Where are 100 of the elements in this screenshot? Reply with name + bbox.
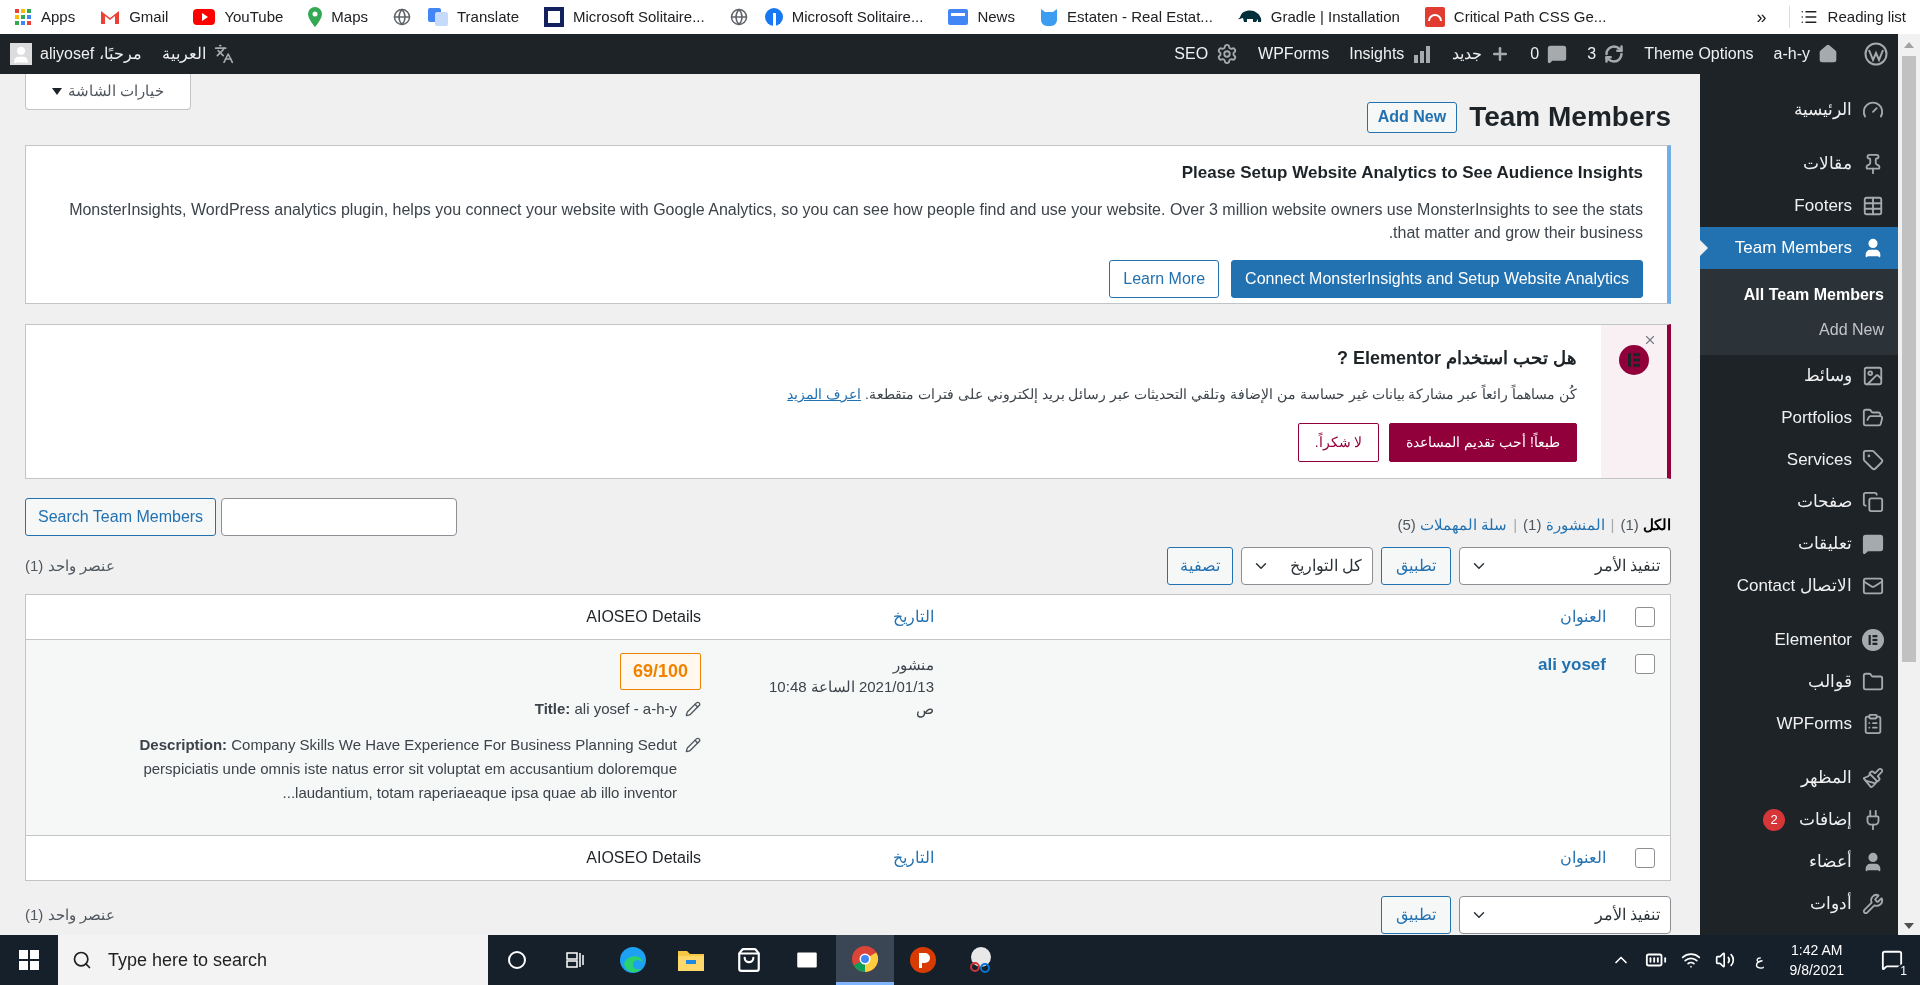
menu-item[interactable]: الرئيسية [1700,89,1898,131]
cards-icon [544,7,564,27]
wifi-icon[interactable] [1680,950,1701,970]
pencil-icon[interactable] [685,736,701,753]
toolbar-item[interactable]: 0 [1530,42,1568,66]
task-view-icon[interactable] [565,950,585,970]
submenu-item[interactable]: All Team Members [1700,277,1898,312]
learn-more-button[interactable]: Learn More [1109,259,1220,298]
search-icon [72,950,92,970]
date-filter-select[interactable]: كل التواريخ [1241,547,1373,585]
search-button[interactable]: Search Team Members [25,498,217,536]
filter-button[interactable]: تصفية [1167,547,1233,585]
globe-icon[interactable] [729,8,748,26]
item-count: عنصر واحد (1) [25,904,115,926]
menu-item[interactable]: وسائط [1700,355,1898,397]
post-title-link[interactable]: ali yosef [1537,655,1606,674]
chrome-browser-icon[interactable] [851,944,879,973]
menu-item[interactable]: Portfolios [1700,397,1898,439]
user-greeting[interactable]: مرحبًا، aliyosef [10,42,142,66]
taskbar-clock[interactable]: 1:42 AM 9/8/2021 [1783,940,1850,980]
menu-item[interactable]: WPForms [1700,703,1898,745]
menu-item[interactable]: Elementor [1700,619,1898,661]
apps-grid-icon [14,8,32,26]
pencil-icon[interactable] [685,701,701,718]
screen-options-tab[interactable]: خيارات الشاشة [25,74,191,110]
bookmark[interactable]: YouTube [193,5,284,29]
menu-item[interactable]: أعضاء [1700,841,1898,883]
connect-button[interactable]: Connect MonsterInsights and Setup Website Analytics [1231,259,1643,298]
menu-item[interactable]: أدوات [1700,883,1898,925]
bookmark[interactable]: Apps [14,5,76,29]
facebook-icon [764,8,783,26]
menu-item[interactable]: قوالب [1700,661,1898,703]
bookmark[interactable]: News [948,5,1015,29]
close-icon[interactable] [1643,333,1657,347]
pages-icon [1862,491,1884,513]
menu-item[interactable]: تعليقات [1700,523,1898,565]
notice-text: كُن مساهماً رائعاً عبر مشاركة بيانات غير حساسة من الإضافة وتلقي التحديثات عبر رسائل بريد إلكتروني على فترات متقطعة. [865,384,1577,405]
row-checkbox[interactable] [1635,654,1655,674]
submenu-item[interactable]: Add New [1700,312,1898,347]
more-bookmarks[interactable]: » [1756,3,1767,31]
toolbar-item[interactable]: Insights [1349,42,1433,66]
column-sort-link[interactable]: العنوان [1560,608,1606,625]
cortana-circle-icon[interactable] [507,950,527,970]
translate-icon [213,44,234,64]
images-icon [1862,365,1884,387]
decline-button[interactable]: لا شكراً. [1297,423,1380,462]
windows-start-icon[interactable] [19,950,39,970]
translate-icon [428,8,448,26]
edge-browser-icon[interactable] [619,946,647,974]
bookmark[interactable]: Maps [308,5,368,29]
menu-item[interactable]: Footers [1700,185,1898,227]
menu-item[interactable]: صفحات [1700,481,1898,523]
menu-item[interactable]: الاتصال Contact [1700,565,1898,607]
bulk-action-select[interactable]: تنفيذ الأمر [1459,547,1671,585]
toolbar-item[interactable]: a-h-y [1773,42,1838,66]
bookmark[interactable]: Estaten - Real Estat... [1039,5,1213,29]
bulk-action-select[interactable]: تنفيذ الأمر [1459,896,1671,934]
select-all-checkbox[interactable] [1635,607,1655,627]
caret-down-icon [51,87,62,96]
menu-item[interactable]: Team Members [1700,227,1898,269]
menu-item[interactable]: المظهر [1700,757,1898,799]
toolbar-item[interactable]: WPForms [1258,42,1330,66]
taskbar-search-field[interactable]: Type here to search [58,935,488,985]
apply-button[interactable]: تطبيق [1381,896,1451,934]
toolbar-item[interactable]: جديد [1452,42,1511,66]
search-field[interactable] [221,498,458,536]
column-sort-link[interactable]: التاريخ [893,608,934,625]
pointer-arrow [1700,240,1708,256]
play-icon [193,9,216,25]
column-sort-link[interactable]: التاريخ [893,849,934,866]
select-all-checkbox[interactable] [1635,848,1655,868]
comment-icon [1547,44,1568,64]
learn-more-link[interactable]: اعرف المزيد [787,384,862,405]
notification-icon[interactable] [1881,949,1903,971]
scroll-down-arrow[interactable] [1904,923,1914,929]
app-circle-icon[interactable] [909,946,937,974]
language-switcher[interactable]: العربية [161,42,234,66]
add-new-button[interactable]: Add New [1366,101,1458,133]
input-language[interactable]: ع [1754,948,1764,972]
accept-button[interactable]: طبعاً! أحب تقديم المساعدة [1389,423,1577,462]
globe-icon[interactable] [393,8,411,26]
bookmark[interactable]: Microsoft Solitaire... [544,5,705,29]
bookmark[interactable]: Critical Path CSS Ge... [1424,5,1607,29]
news-icon [948,9,969,25]
toolbar-item[interactable]: SEO [1174,42,1239,66]
bookmark[interactable]: Microsoft Solitaire... [764,5,924,29]
toolbar-item[interactable]: Theme Options [1644,42,1754,66]
bookmark[interactable]: Gmail [100,5,169,29]
toolbar-item[interactable]: 3 [1587,42,1625,66]
apply-button[interactable]: تطبيق [1381,547,1451,585]
menu-item[interactable]: مقالات [1700,143,1898,185]
column-sort-link[interactable]: العنوان [1560,849,1606,866]
bookmark[interactable]: Translate [428,5,519,29]
bookmark[interactable]: Gradle | Installation [1237,5,1400,29]
wordpress-logo-icon[interactable] [1864,42,1888,66]
folder-icon[interactable] [677,948,705,972]
store-bag-icon[interactable] [736,947,762,973]
reading-list-link[interactable]: Reading list [1799,5,1906,29]
menu-item[interactable]: Services [1700,439,1898,481]
speaker-icon[interactable] [1714,950,1735,970]
